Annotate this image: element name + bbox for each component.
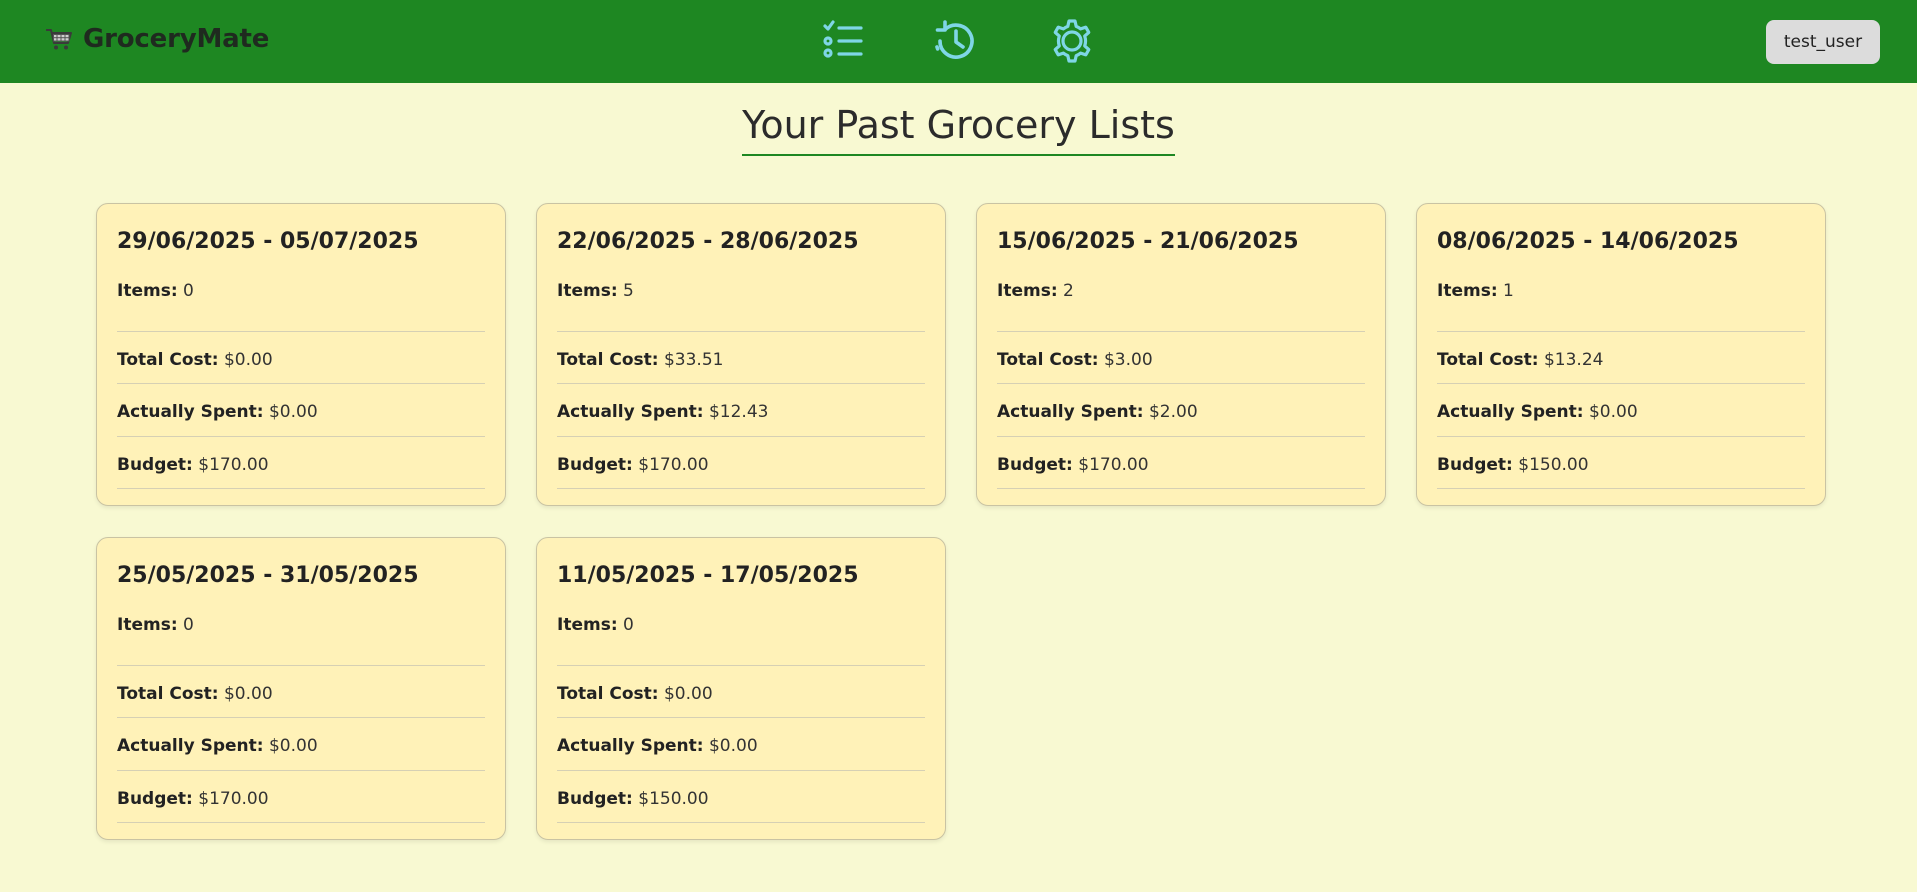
budget-row: Budget: $150.00 bbox=[557, 771, 925, 823]
items-value: 0 bbox=[623, 615, 634, 635]
items-value: 1 bbox=[1503, 281, 1514, 301]
total-cost-value: $3.00 bbox=[1103, 349, 1153, 370]
actually-spent-label: Actually Spent: bbox=[117, 736, 264, 756]
history-icon bbox=[935, 20, 974, 59]
nav-grocery-list-button[interactable] bbox=[819, 17, 867, 65]
app-name: GroceryMate bbox=[83, 24, 270, 54]
total-cost-value: $0.00 bbox=[663, 683, 713, 704]
budget-row: Budget: $170.00 bbox=[557, 437, 925, 489]
items-row: Items: 0 bbox=[557, 613, 925, 666]
items-row: Items: 0 bbox=[117, 279, 485, 332]
total-cost-value: $0.00 bbox=[223, 683, 273, 704]
total-cost-label: Total Cost: bbox=[117, 349, 219, 370]
past-list-card[interactable]: 11/05/2025 - 17/05/2025 Items: 0 Total C… bbox=[536, 537, 946, 840]
list-date-range: 29/06/2025 - 05/07/2025 bbox=[117, 229, 419, 254]
total-cost-row: Total Cost: $3.00 bbox=[997, 332, 1365, 384]
budget-row: Budget: $170.00 bbox=[997, 437, 1365, 489]
actually-spent-row: Actually Spent: $0.00 bbox=[117, 384, 485, 437]
items-value: 0 bbox=[183, 615, 194, 635]
budget-label: Budget: bbox=[557, 788, 633, 809]
actually-spent-value: $0.00 bbox=[268, 402, 318, 422]
items-value: 5 bbox=[623, 281, 634, 301]
budget-label: Budget: bbox=[117, 454, 193, 475]
past-lists-grid: 29/06/2025 - 05/07/2025 Items: 0 Total C… bbox=[96, 203, 1826, 840]
actually-spent-label: Actually Spent: bbox=[1437, 402, 1584, 422]
budget-value: $170.00 bbox=[198, 454, 269, 475]
items-value: 2 bbox=[1063, 281, 1074, 301]
past-list-card[interactable]: 22/06/2025 - 28/06/2025 Items: 5 Total C… bbox=[536, 203, 946, 506]
page-title-container: Your Past Grocery Lists bbox=[0, 103, 1917, 156]
budget-row: Budget: $170.00 bbox=[117, 771, 485, 823]
budget-value: $150.00 bbox=[638, 788, 709, 809]
actually-spent-row: Actually Spent: $0.00 bbox=[117, 718, 485, 771]
brand-logo[interactable]: GroceryMate bbox=[44, 24, 269, 54]
items-label: Items: bbox=[1437, 281, 1498, 301]
total-cost-value: $0.00 bbox=[223, 349, 273, 370]
total-cost-value: $13.24 bbox=[1543, 349, 1604, 370]
budget-value: $170.00 bbox=[198, 788, 269, 809]
list-date-range: 08/06/2025 - 14/06/2025 bbox=[1437, 229, 1739, 254]
total-cost-label: Total Cost: bbox=[997, 349, 1099, 370]
items-label: Items: bbox=[557, 281, 618, 301]
list-date-range: 11/05/2025 - 17/05/2025 bbox=[557, 563, 859, 588]
total-cost-value: $33.51 bbox=[663, 349, 724, 370]
past-list-card[interactable]: 15/06/2025 - 21/06/2025 Items: 2 Total C… bbox=[976, 203, 1386, 506]
page-title: Your Past Grocery Lists bbox=[742, 103, 1175, 156]
budget-value: $150.00 bbox=[1518, 454, 1589, 475]
budget-label: Budget: bbox=[117, 788, 193, 809]
actually-spent-row: Actually Spent: $0.00 bbox=[557, 718, 925, 771]
budget-row: Budget: $170.00 bbox=[117, 437, 485, 489]
budget-row: Budget: $150.00 bbox=[1437, 437, 1805, 489]
actually-spent-value: $0.00 bbox=[708, 736, 758, 756]
checklist-icon bbox=[823, 20, 863, 58]
budget-label: Budget: bbox=[557, 454, 633, 475]
nav-settings-button[interactable] bbox=[1048, 17, 1096, 65]
budget-label: Budget: bbox=[1437, 454, 1513, 475]
actually-spent-value: $0.00 bbox=[268, 736, 318, 756]
past-list-card[interactable]: 29/06/2025 - 05/07/2025 Items: 0 Total C… bbox=[96, 203, 506, 506]
items-row: Items: 5 bbox=[557, 279, 925, 332]
total-cost-row: Total Cost: $0.00 bbox=[117, 666, 485, 718]
items-row: Items: 0 bbox=[117, 613, 485, 666]
past-list-card[interactable]: 08/06/2025 - 14/06/2025 Items: 1 Total C… bbox=[1416, 203, 1826, 506]
items-value: 0 bbox=[183, 281, 194, 301]
total-cost-row: Total Cost: $13.24 bbox=[1437, 332, 1805, 384]
total-cost-row: Total Cost: $33.51 bbox=[557, 332, 925, 384]
total-cost-label: Total Cost: bbox=[557, 349, 659, 370]
budget-value: $170.00 bbox=[1078, 454, 1149, 475]
budget-value: $170.00 bbox=[638, 454, 709, 475]
items-label: Items: bbox=[557, 615, 618, 635]
actually-spent-row: Actually Spent: $2.00 bbox=[997, 384, 1365, 437]
actually-spent-value: $12.43 bbox=[708, 402, 769, 422]
past-list-card[interactable]: 25/05/2025 - 31/05/2025 Items: 0 Total C… bbox=[96, 537, 506, 840]
actually-spent-label: Actually Spent: bbox=[117, 402, 264, 422]
actually-spent-value: $0.00 bbox=[1588, 402, 1638, 422]
items-label: Items: bbox=[117, 615, 178, 635]
items-label: Items: bbox=[997, 281, 1058, 301]
actually-spent-value: $2.00 bbox=[1148, 402, 1198, 422]
budget-label: Budget: bbox=[997, 454, 1073, 475]
total-cost-row: Total Cost: $0.00 bbox=[557, 666, 925, 718]
list-date-range: 15/06/2025 - 21/06/2025 bbox=[997, 229, 1299, 254]
list-date-range: 25/05/2025 - 31/05/2025 bbox=[117, 563, 419, 588]
total-cost-row: Total Cost: $0.00 bbox=[117, 332, 485, 384]
items-row: Items: 1 bbox=[1437, 279, 1805, 332]
list-date-range: 22/06/2025 - 28/06/2025 bbox=[557, 229, 859, 254]
actually-spent-label: Actually Spent: bbox=[557, 402, 704, 422]
actually-spent-label: Actually Spent: bbox=[997, 402, 1144, 422]
user-menu-button[interactable]: test_user bbox=[1766, 20, 1880, 64]
top-navbar: GroceryMate test_user bbox=[0, 0, 1917, 83]
total-cost-label: Total Cost: bbox=[117, 683, 219, 704]
nav-history-button[interactable] bbox=[932, 17, 980, 65]
total-cost-label: Total Cost: bbox=[557, 683, 659, 704]
settings-gear-icon bbox=[1053, 19, 1091, 63]
items-row: Items: 2 bbox=[997, 279, 1365, 332]
actually-spent-label: Actually Spent: bbox=[557, 736, 704, 756]
items-label: Items: bbox=[117, 281, 178, 301]
shopping-cart-icon bbox=[46, 29, 72, 50]
actually-spent-row: Actually Spent: $12.43 bbox=[557, 384, 925, 437]
total-cost-label: Total Cost: bbox=[1437, 349, 1539, 370]
actually-spent-row: Actually Spent: $0.00 bbox=[1437, 384, 1805, 437]
